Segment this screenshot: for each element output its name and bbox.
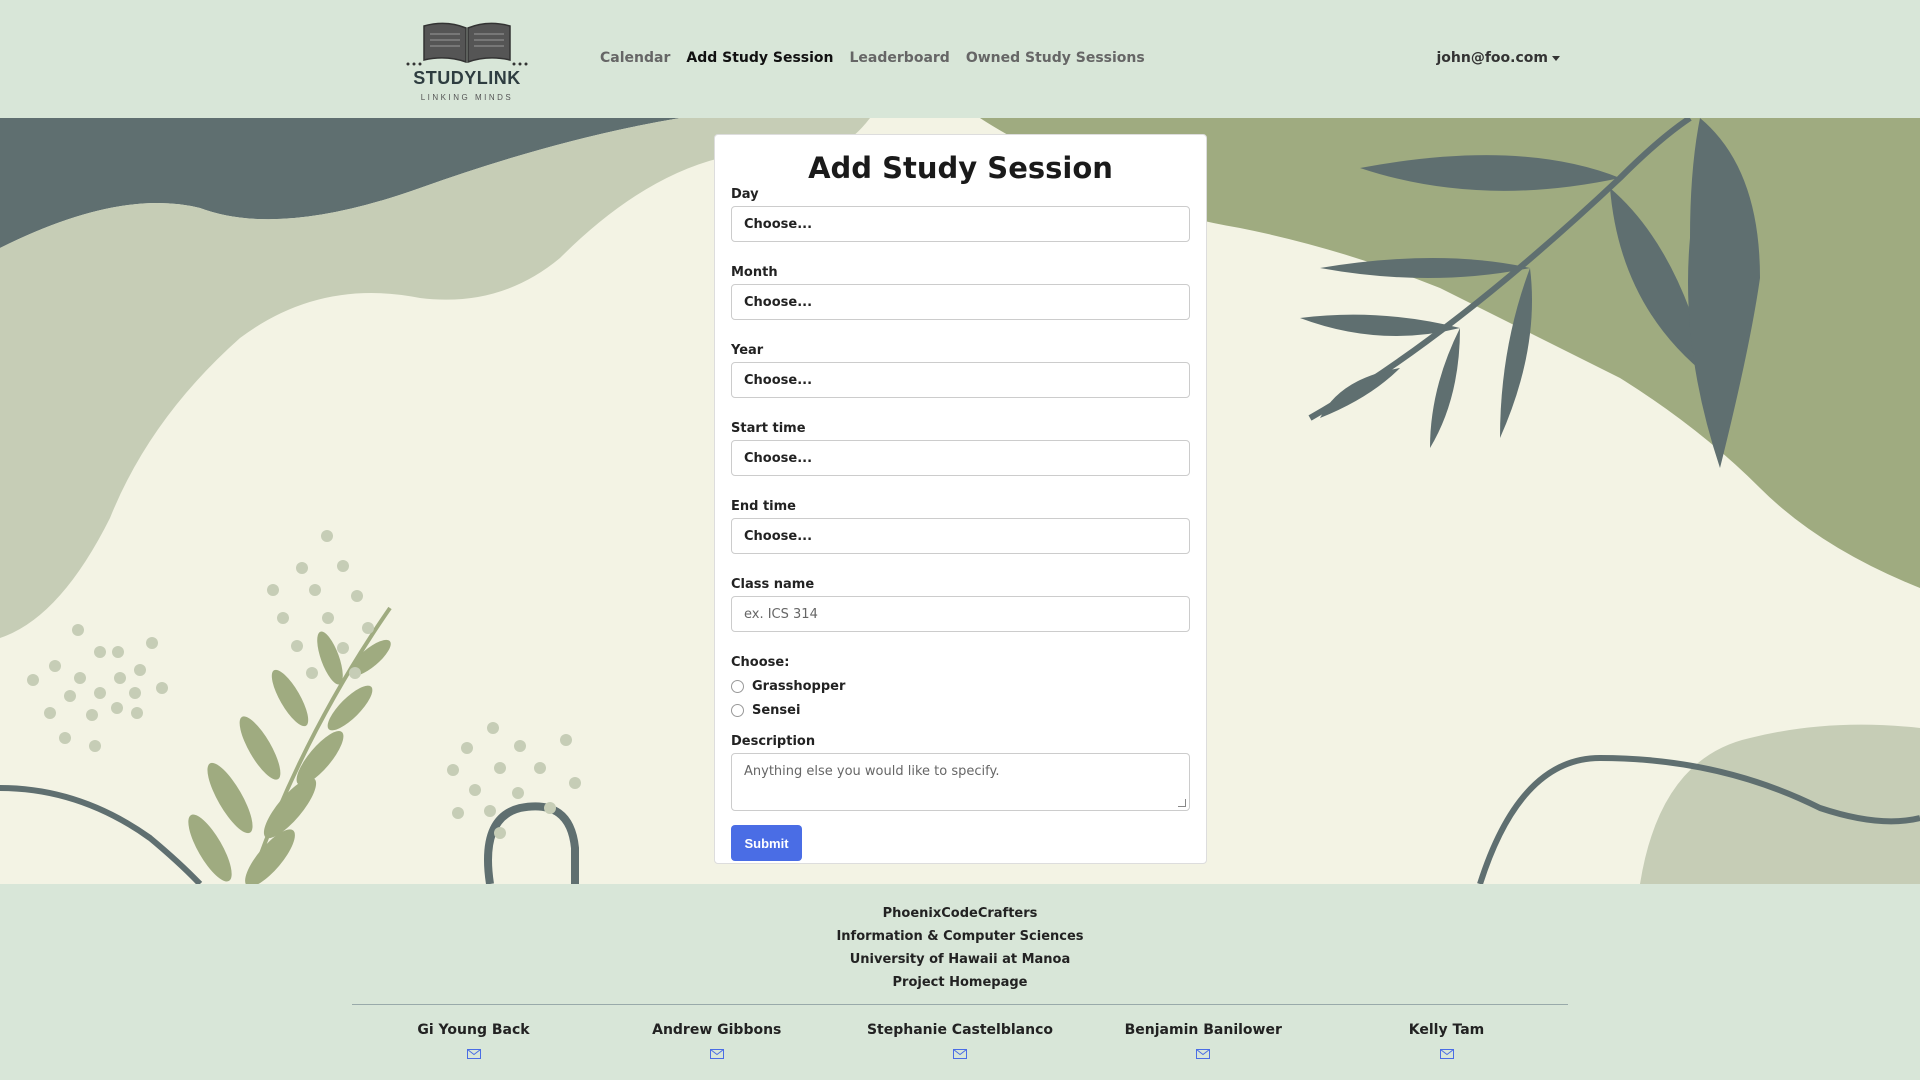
grasshopper-label: Grasshopper: [752, 678, 846, 694]
year-select[interactable]: Choose...: [731, 362, 1190, 398]
submit-button[interactable]: Submit: [731, 825, 802, 861]
add-study-session-card: Add Study Session Day Choose... Month Ch…: [714, 134, 1207, 864]
member: Andrew Gibbons: [595, 1022, 838, 1063]
project-homepage-link[interactable]: Project Homepage: [0, 971, 1920, 994]
footer-info: PhoenixCodeCrafters Information & Comput…: [0, 902, 1920, 994]
sensei-radio[interactable]: [731, 703, 744, 717]
user-menu-dropdown[interactable]: john@foo.com: [1436, 50, 1560, 66]
radio-option-sensei[interactable]: Sensei: [731, 698, 1190, 722]
member: Stephanie Castelblanco: [839, 1022, 1082, 1063]
logo-title: STUDYLINK: [413, 68, 521, 88]
role-label: Choose:: [731, 655, 790, 670]
class-name-input[interactable]: ex. ICS 314: [731, 596, 1190, 632]
description-placeholder: Anything else you would like to specify.: [744, 764, 1000, 779]
team-members: Gi Young Back Andrew Gibbons Stephanie C…: [352, 1022, 1568, 1063]
member-name: Stephanie Castelblanco: [866, 1022, 1054, 1038]
member: Benjamin Banilower: [1082, 1022, 1325, 1063]
mail-icon[interactable]: [1439, 1044, 1454, 1063]
resize-handle-icon[interactable]: [1178, 799, 1186, 807]
end-time-label: End time: [731, 499, 796, 514]
nav-link-leaderboard[interactable]: Leaderboard: [850, 50, 950, 66]
start-time-label: Start time: [731, 421, 806, 436]
grasshopper-radio[interactable]: [731, 679, 744, 693]
end-time-select[interactable]: Choose...: [731, 518, 1190, 554]
mail-icon[interactable]: [709, 1044, 724, 1063]
university: University of Hawaii at Manoa: [849, 952, 1071, 967]
mail-icon[interactable]: [1196, 1044, 1211, 1063]
sensei-label: Sensei: [752, 702, 801, 718]
class-name-label: Class name: [731, 577, 815, 592]
member-name: Andrew Gibbons: [652, 1022, 782, 1038]
nav-links: Calendar Add Study Session Leaderboard O…: [600, 50, 1145, 66]
member-name: Gi Young Back: [417, 1022, 530, 1038]
description-label: Description: [731, 734, 816, 749]
nav-link-owned-study-sessions[interactable]: Owned Study Sessions: [966, 50, 1145, 66]
mail-icon[interactable]: [466, 1044, 481, 1063]
navbar: STUDYLINK LINKING MINDS Calendar Add Stu…: [0, 0, 1920, 118]
caret-down-icon: [1552, 55, 1560, 61]
day-select[interactable]: Choose...: [731, 206, 1190, 242]
footer-divider: [352, 1004, 1568, 1005]
month-label: Month: [731, 265, 778, 280]
nav-link-add-study-session[interactable]: Add Study Session: [686, 50, 833, 66]
member-name: Benjamin Banilower: [1124, 1022, 1282, 1038]
nav-link-calendar[interactable]: Calendar: [600, 50, 670, 66]
footer: PhoenixCodeCrafters Information & Comput…: [0, 884, 1920, 1080]
mail-icon[interactable]: [953, 1044, 967, 1063]
studylink-logo[interactable]: STUDYLINK LINKING MINDS: [402, 18, 532, 110]
page-title: Add Study Session: [808, 151, 1113, 185]
logo-subtitle: LINKING MINDS: [420, 93, 514, 102]
description-textarea[interactable]: Anything else you would like to specify.: [731, 753, 1190, 811]
user-email: john@foo.com: [1436, 50, 1548, 66]
year-label: Year: [731, 343, 764, 358]
start-time-select[interactable]: Choose...: [731, 440, 1190, 476]
book-icon: [406, 22, 528, 66]
member: Gi Young Back: [352, 1022, 595, 1063]
month-select[interactable]: Choose...: [731, 284, 1190, 320]
day-label: Day: [731, 187, 759, 202]
team-name: PhoenixCodeCrafters: [882, 906, 1038, 921]
member: Kelly Tam: [1325, 1022, 1568, 1063]
member-name: Kelly Tam: [1408, 1022, 1485, 1038]
radio-option-grasshopper[interactable]: Grasshopper: [731, 674, 1190, 698]
department: Information & Computer Sciences: [836, 929, 1084, 944]
